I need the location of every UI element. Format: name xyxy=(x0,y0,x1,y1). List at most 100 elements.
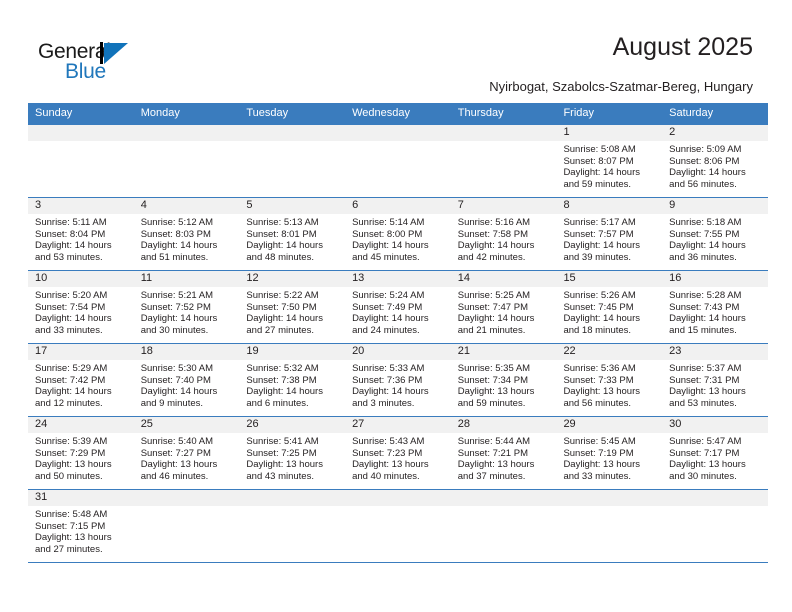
day-details: Sunrise: 5:47 AM Sunset: 7:17 PM Daylight:… xyxy=(662,433,768,482)
day-number: 31 xyxy=(28,490,134,506)
calendar-page: General Blue August 2025 Nyirbogat, Szab… xyxy=(0,0,792,612)
calendar-day-cell[interactable]: 7 Sunrise: 5:16 AM Sunset: 7:58 PM Daylight… xyxy=(450,198,557,270)
day-detail-line: Daylight: 14 hours xyxy=(246,240,323,252)
calendar-day-cell[interactable]: 5 Sunrise: 5:13 AM Sunset: 8:01 PM Daylight… xyxy=(239,198,346,270)
day-detail-line: Sunset: 7:42 PM xyxy=(35,374,106,386)
day-detail-line: Sunrise: 5:20 AM xyxy=(35,290,108,301)
calendar-day-cell[interactable]: 18 Sunrise: 5:30 AM Sunset: 7:40 PM Dayligh… xyxy=(133,344,240,416)
calendar-day-cell[interactable]: 30 Sunrise: 5:47 AM Sunset: 7:17 PM Dayligh… xyxy=(662,417,768,489)
calendar-day-cell[interactable]: 26 Sunrise: 5:41 AM Sunset: 7:25 PM Dayligh… xyxy=(239,417,346,489)
calendar-day-cell[interactable]: 10 Sunrise: 5:20 AM Sunset: 7:54 PM Dayligh… xyxy=(28,271,134,343)
day-number: 27 xyxy=(345,417,451,433)
calendar-day-cell[interactable]: 15 Sunrise: 5:26 AM Sunset: 7:45 PM Dayligh… xyxy=(556,271,663,343)
day-detail-line: Daylight: 14 hours xyxy=(563,313,641,325)
day-detail-line: and 59 minutes. xyxy=(563,178,632,190)
day-number: 12 xyxy=(239,271,346,287)
day-detail-line: and 56 minutes. xyxy=(669,178,737,190)
day-detail-line: Sunrise: 5:44 AM xyxy=(457,436,531,447)
day-detail-line: Sunrise: 5:40 AM xyxy=(140,436,214,447)
triangle-logo-icon xyxy=(104,43,128,64)
day-number: 9 xyxy=(662,198,768,214)
day-number xyxy=(28,125,134,141)
calendar-day-cell[interactable]: 13 Sunrise: 5:24 AM Sunset: 7:49 PM Dayligh… xyxy=(345,271,451,343)
calendar-day-cell[interactable]: 24 Sunrise: 5:39 AM Sunset: 7:29 PM Dayligh… xyxy=(28,417,134,489)
day-detail-line: Sunrise: 5:33 AM xyxy=(352,363,425,374)
day-number: 28 xyxy=(450,417,557,433)
day-details xyxy=(451,141,557,144)
calendar-day-cell[interactable]: 16 Sunrise: 5:28 AM Sunset: 7:43 PM Dayligh… xyxy=(662,271,768,343)
day-number: 10 xyxy=(28,271,134,287)
day-detail-line: Sunrise: 5:09 AM xyxy=(669,144,742,155)
day-detail-line: Sunset: 7:15 PM xyxy=(35,520,106,532)
day-details: Sunrise: 5:08 AM Sunset: 8:07 PM Daylight:… xyxy=(556,141,662,190)
calendar-day-cell-empty xyxy=(345,125,451,197)
day-number xyxy=(450,490,557,506)
calendar-day-cell[interactable]: 12 Sunrise: 5:22 AM Sunset: 7:50 PM Dayligh… xyxy=(239,271,346,343)
day-number: 30 xyxy=(662,417,768,433)
weekday-header-saturday: Saturday xyxy=(669,107,714,119)
day-detail-line: Sunset: 7:58 PM xyxy=(457,228,528,240)
calendar-week-row: 31 Sunrise: 5:48 AM Sunset: 7:15 PM Dayligh… xyxy=(28,490,768,563)
calendar-day-cell[interactable]: 8 Sunrise: 5:17 AM Sunset: 7:57 PM Daylight… xyxy=(556,198,663,270)
day-details: Sunrise: 5:28 AM Sunset: 7:43 PM Daylight:… xyxy=(662,287,768,336)
day-detail-line: Daylight: 13 hours xyxy=(35,532,112,544)
day-detail-line: Sunset: 7:27 PM xyxy=(140,447,211,459)
calendar-day-cell[interactable]: 20 Sunrise: 5:33 AM Sunset: 7:36 PM Dayligh… xyxy=(345,344,451,416)
calendar-day-cell[interactable]: 29 Sunrise: 5:45 AM Sunset: 7:19 PM Dayligh… xyxy=(556,417,663,489)
day-detail-line: Sunset: 7:31 PM xyxy=(669,374,740,386)
calendar-day-cell[interactable]: 3 Sunrise: 5:11 AM Sunset: 8:04 PM Daylight… xyxy=(28,198,134,270)
day-detail-line: Sunrise: 5:28 AM xyxy=(669,290,742,301)
day-detail-line: Daylight: 14 hours xyxy=(35,313,112,325)
day-detail-line: Sunrise: 5:29 AM xyxy=(35,363,108,374)
day-detail-line: Sunrise: 5:26 AM xyxy=(563,290,636,301)
calendar-day-cell[interactable]: 27 Sunrise: 5:43 AM Sunset: 7:23 PM Dayligh… xyxy=(345,417,451,489)
calendar-day-cell[interactable]: 2 Sunrise: 5:09 AM Sunset: 8:06 PM Daylight… xyxy=(662,125,768,197)
day-detail-line: Sunset: 8:04 PM xyxy=(35,228,106,240)
day-detail-line: and 53 minutes. xyxy=(669,397,737,409)
day-details: Sunrise: 5:13 AM Sunset: 8:01 PM Daylight:… xyxy=(239,214,345,263)
page-subtitle: Nyirbogat, Szabolcs-Szatmar-Bereg, Hunga… xyxy=(489,79,753,94)
calendar-day-cell[interactable]: 14 Sunrise: 5:25 AM Sunset: 7:47 PM Dayligh… xyxy=(450,271,557,343)
weekday-header-monday: Monday xyxy=(140,107,180,119)
calendar-day-cell[interactable]: 17 Sunrise: 5:29 AM Sunset: 7:42 PM Dayligh… xyxy=(28,344,134,416)
calendar-day-cell[interactable]: 23 Sunrise: 5:37 AM Sunset: 7:31 PM Dayligh… xyxy=(662,344,768,416)
calendar-day-cell-empty xyxy=(345,490,451,562)
calendar-day-cell[interactable]: 6 Sunrise: 5:14 AM Sunset: 8:00 PM Daylight… xyxy=(345,198,451,270)
calendar-day-cell[interactable]: 21 Sunrise: 5:35 AM Sunset: 7:34 PM Dayligh… xyxy=(450,344,557,416)
calendar-day-cell[interactable]: 28 Sunrise: 5:44 AM Sunset: 7:21 PM Dayligh… xyxy=(450,417,557,489)
day-detail-line: Sunset: 7:34 PM xyxy=(457,374,528,386)
day-detail-line: Sunset: 7:40 PM xyxy=(140,374,211,386)
day-detail-line: and 56 minutes. xyxy=(563,397,632,409)
day-details: Sunrise: 5:29 AM Sunset: 7:42 PM Daylight:… xyxy=(28,360,134,409)
day-number: 22 xyxy=(556,344,663,360)
day-detail-line: Sunset: 8:06 PM xyxy=(669,155,740,167)
calendar-day-cell[interactable]: 31 Sunrise: 5:48 AM Sunset: 7:15 PM Dayligh… xyxy=(28,490,134,562)
calendar-day-cell-empty xyxy=(662,490,768,562)
day-number: 5 xyxy=(239,198,346,214)
page-title: August 2025 xyxy=(612,33,753,61)
day-detail-line: and 30 minutes. xyxy=(140,324,209,336)
day-details xyxy=(134,141,240,144)
calendar-day-cell-empty xyxy=(556,490,663,562)
calendar-day-cell[interactable]: 11 Sunrise: 5:21 AM Sunset: 7:52 PM Dayligh… xyxy=(133,271,240,343)
day-detail-line: Sunrise: 5:45 AM xyxy=(563,436,636,447)
day-detail-line: and 33 minutes. xyxy=(35,324,103,336)
calendar-day-cell[interactable]: 25 Sunrise: 5:40 AM Sunset: 7:27 PM Dayligh… xyxy=(133,417,240,489)
day-details: Sunrise: 5:09 AM Sunset: 8:06 PM Daylight:… xyxy=(662,141,768,190)
calendar-day-cell[interactable]: 9 Sunrise: 5:18 AM Sunset: 7:55 PM Daylight… xyxy=(662,198,768,270)
day-detail-line: Daylight: 14 hours xyxy=(352,240,429,252)
day-detail-line: Daylight: 14 hours xyxy=(457,313,535,325)
calendar-day-cell[interactable]: 22 Sunrise: 5:36 AM Sunset: 7:33 PM Dayligh… xyxy=(556,344,663,416)
day-details: Sunrise: 5:22 AM Sunset: 7:50 PM Daylight:… xyxy=(239,287,345,336)
calendar-day-cell-empty xyxy=(239,125,346,197)
day-detail-line: Sunset: 7:54 PM xyxy=(35,301,106,313)
generalblue-logo[interactable]: General Blue xyxy=(38,40,168,88)
day-details: Sunrise: 5:14 AM Sunset: 8:00 PM Daylight:… xyxy=(345,214,451,263)
day-number: 7 xyxy=(450,198,557,214)
day-details xyxy=(345,141,451,144)
calendar-day-cell[interactable]: 1 Sunrise: 5:08 AM Sunset: 8:07 PM Daylight… xyxy=(556,125,663,197)
calendar-day-cell[interactable]: 19 Sunrise: 5:32 AM Sunset: 7:38 PM Dayligh… xyxy=(239,344,346,416)
calendar-day-cell[interactable]: 4 Sunrise: 5:12 AM Sunset: 8:03 PM Daylight… xyxy=(133,198,240,270)
day-detail-line: and 45 minutes. xyxy=(352,251,420,263)
day-detail-line: Daylight: 13 hours xyxy=(563,459,641,471)
